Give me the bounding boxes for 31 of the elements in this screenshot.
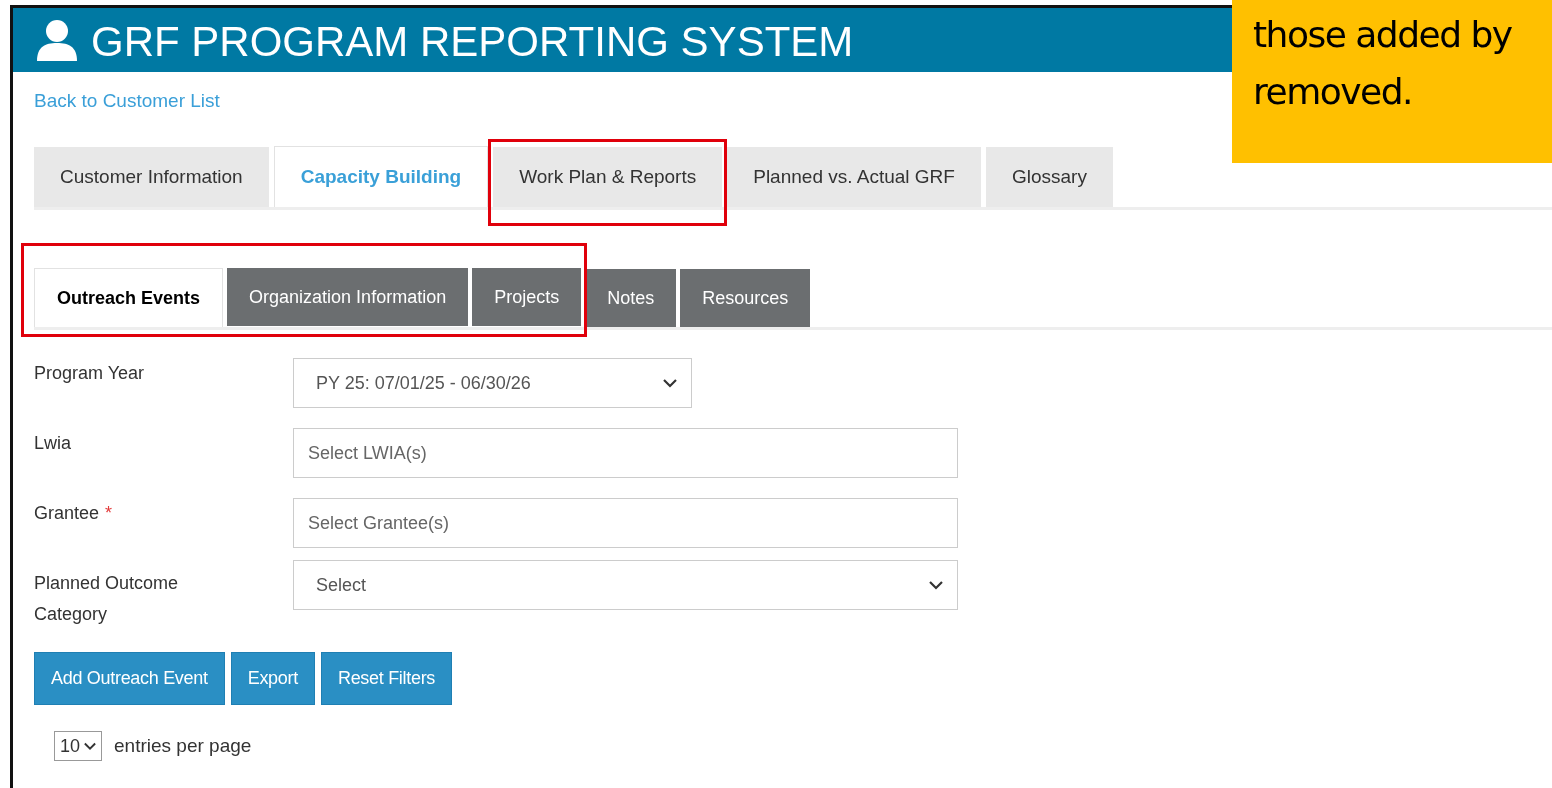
- tab[interactable]: Glossary: [985, 147, 1113, 207]
- chevron-icon: [663, 378, 677, 388]
- action-button[interactable]: Reset Filters: [320, 652, 453, 705]
- dropdown[interactable]: PY 25: 07/01/25 - 06/30/26: [293, 358, 692, 408]
- page-size-dropdown[interactable]: 10: [54, 731, 103, 761]
- field-label: Program Year: [34, 363, 145, 383]
- action-button[interactable]: Add Outreach Event: [34, 652, 225, 705]
- required-mark: *: [105, 503, 113, 523]
- field-label: Grantee: [34, 503, 100, 523]
- tab[interactable]: Capacity Building: [273, 146, 489, 207]
- chevron-icon: [84, 741, 97, 751]
- tab[interactable]: Outreach Events: [34, 268, 224, 327]
- field-label: Lwia: [34, 433, 72, 453]
- page-size-label: entries per page: [114, 735, 252, 757]
- back-link[interactable]: Back to Customer List: [34, 90, 220, 112]
- tab[interactable]: Customer Information: [34, 147, 269, 207]
- field-label: Planned Outcome Category: [34, 572, 180, 626]
- chevron-icon: [929, 580, 943, 590]
- tab[interactable]: Projects: [472, 268, 582, 326]
- dropdown[interactable]: Select: [293, 560, 958, 610]
- input-field[interactable]: Select Grantee(s): [293, 498, 958, 548]
- action-button[interactable]: Export: [230, 652, 315, 705]
- tab[interactable]: Work Plan & Reports: [493, 147, 723, 207]
- tab[interactable]: Organization Information: [227, 268, 469, 326]
- user-icon: [35, 19, 79, 61]
- callout-text: those added by removed.: [1253, 13, 1512, 114]
- tab[interactable]: Planned vs. Actual GRF: [727, 147, 981, 207]
- tab[interactable]: Notes: [585, 269, 677, 327]
- app-title: GRF PROGRAM REPORTING SYSTEM: [91, 18, 854, 66]
- tab[interactable]: Resources: [680, 269, 811, 327]
- input-field[interactable]: Select LWIA(s): [293, 428, 958, 478]
